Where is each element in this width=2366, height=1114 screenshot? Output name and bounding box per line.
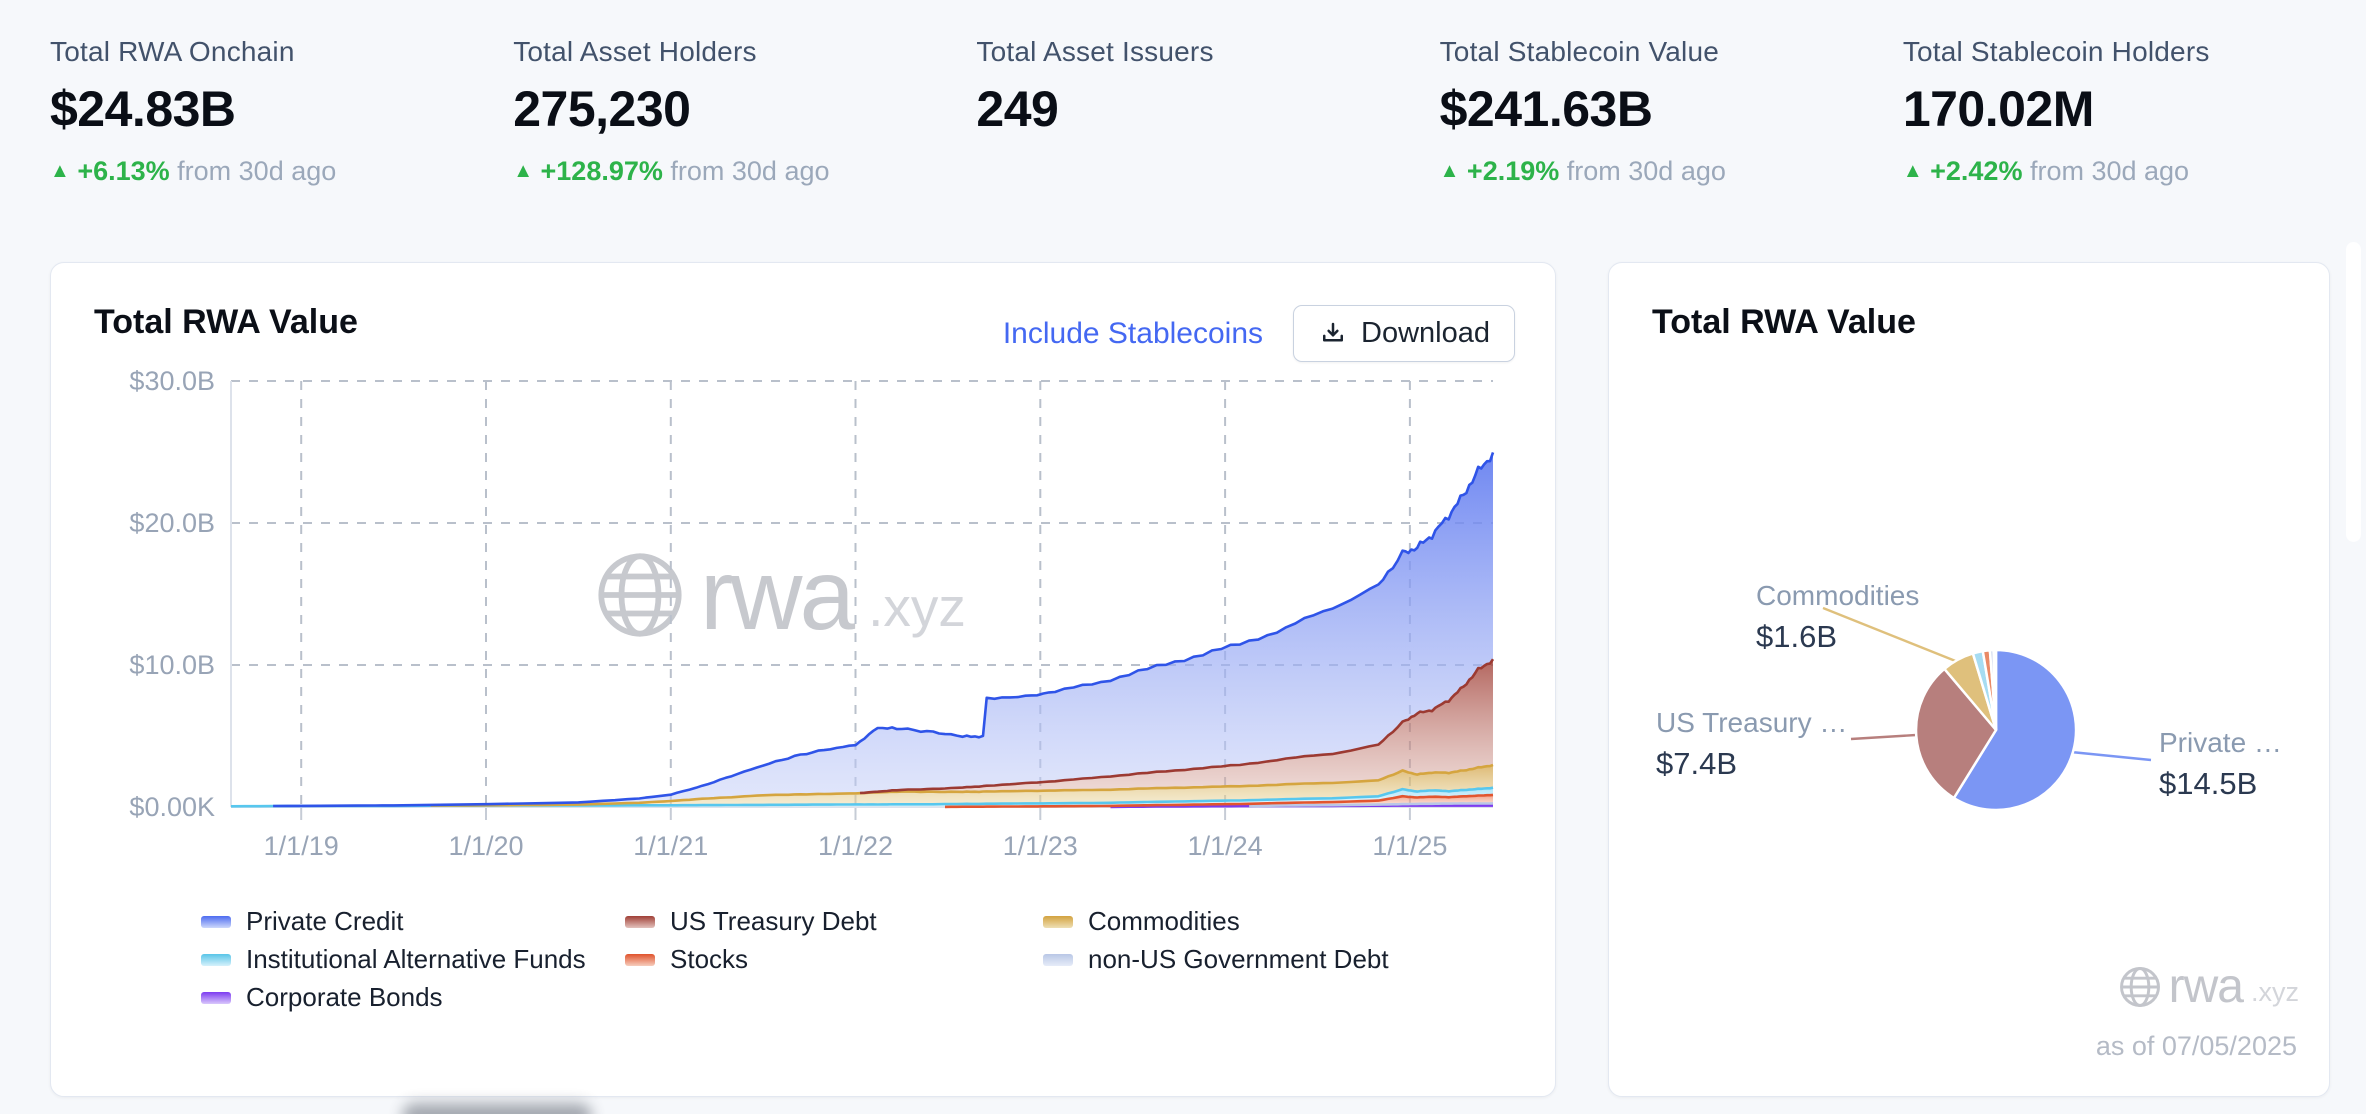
legend-label: Stocks bbox=[670, 944, 749, 974]
stat-value: $24.83B bbox=[50, 81, 236, 137]
total-rwa-value-chart-card: Total RWA Value Include Stablecoins Down… bbox=[50, 262, 1556, 1097]
change-period: from 30d ago bbox=[670, 156, 830, 186]
change-period: from 30d ago bbox=[177, 156, 337, 186]
change-percent: +128.97% bbox=[540, 156, 663, 186]
stat-change: ▲ +6.13% from 30d ago bbox=[50, 156, 513, 187]
svg-text:1/1/25: 1/1/25 bbox=[1372, 831, 1447, 861]
change-period: from 30d ago bbox=[2029, 156, 2190, 186]
stat-label: Total Asset Issuers bbox=[976, 36, 1214, 67]
legend-swatch-icon bbox=[201, 915, 231, 928]
legend-label: Corporate Bonds bbox=[246, 982, 443, 1012]
legend-swatch-icon bbox=[1043, 953, 1073, 966]
stat-total-rwa-onchain: Total RWA Onchain $24.83B ▲ +6.13% from … bbox=[50, 36, 513, 187]
legend-swatch-icon bbox=[625, 915, 655, 928]
stat-change: ▲ +2.42% from 30d ago bbox=[1903, 156, 2366, 187]
up-arrow-icon: ▲ bbox=[513, 160, 533, 182]
svg-text:1/1/24: 1/1/24 bbox=[1188, 831, 1263, 861]
legend-item-institutional-alternative-funds[interactable]: Institutional Alternative Funds bbox=[201, 944, 625, 974]
pie-slice-value: $14.5B bbox=[2159, 765, 2258, 801]
svg-text:1/1/19: 1/1/19 bbox=[264, 831, 339, 861]
stat-label: Total RWA Onchain bbox=[50, 36, 295, 67]
svg-text:1/1/23: 1/1/23 bbox=[1003, 831, 1078, 861]
pie-label-private-credit: Private … $14.5B bbox=[2159, 726, 2282, 802]
stat-change: ▲ +2.19% from 30d ago bbox=[1440, 156, 1903, 187]
change-percent: +6.13% bbox=[77, 156, 170, 186]
download-icon bbox=[1323, 322, 1344, 341]
legend-label: Commodities bbox=[1088, 906, 1240, 936]
rwa-dashboard: Total RWA Onchain $24.83B ▲ +6.13% from … bbox=[0, 0, 2366, 1114]
legend-item-corporate-bonds[interactable]: Corporate Bonds bbox=[201, 982, 625, 1012]
pie-slice-value: $7.4B bbox=[1656, 745, 1738, 781]
legend-item-us-treasury-debt[interactable]: US Treasury Debt bbox=[625, 906, 1043, 936]
change-percent: +2.42% bbox=[1930, 156, 2023, 186]
stat-total-asset-issuers: Total Asset Issuers 249 bbox=[976, 36, 1439, 187]
svg-text:1/1/21: 1/1/21 bbox=[633, 831, 708, 861]
pie-slice-name: Private … bbox=[2159, 727, 2282, 758]
svg-text:$20.0B: $20.0B bbox=[129, 508, 215, 538]
as-of-date: as of 07/05/2025 bbox=[2095, 1031, 2297, 1061]
stat-total-stablecoin-value: Total Stablecoin Value $241.63B ▲ +2.19%… bbox=[1440, 36, 1903, 187]
total-rwa-value-pie-card: Total RWA Value Commodities $1.6B US Tre… bbox=[1608, 262, 2330, 1097]
stat-label: Total Asset Holders bbox=[513, 36, 757, 67]
legend-item-private-credit[interactable]: Private Credit bbox=[201, 906, 625, 936]
stat-total-stablecoin-holders: Total Stablecoin Holders 170.02M ▲ +2.42… bbox=[1903, 36, 2366, 187]
rwa-pie-chart[interactable] bbox=[1609, 263, 2331, 1098]
stat-total-asset-holders: Total Asset Holders 275,230 ▲ +128.97% f… bbox=[513, 36, 976, 187]
legend-label: non-US Government Debt bbox=[1088, 944, 1389, 974]
stat-change: ▲ +128.97% from 30d ago bbox=[513, 156, 976, 187]
include-stablecoins-link[interactable]: Include Stablecoins bbox=[1003, 317, 1263, 351]
up-arrow-icon: ▲ bbox=[1902, 160, 1923, 182]
legend-item-stocks[interactable]: Stocks bbox=[625, 944, 1043, 974]
card-title: Total RWA Value bbox=[94, 303, 358, 341]
chart-legend: Private Credit US Treasury Debt Commodit… bbox=[201, 906, 1531, 1012]
offscreen-element-peek bbox=[402, 1103, 592, 1114]
svg-text:1/1/22: 1/1/22 bbox=[818, 831, 893, 861]
legend-swatch-icon bbox=[201, 953, 231, 966]
svg-text:$10.0B: $10.0B bbox=[129, 650, 215, 680]
scrollbar-thumb[interactable] bbox=[2346, 242, 2361, 542]
stat-value: $241.63B bbox=[1439, 81, 1653, 137]
pie-slice-name: US Treasury … bbox=[1656, 707, 1848, 738]
pie-label-us-treasury: US Treasury … $7.4B bbox=[1656, 706, 1847, 782]
legend-swatch-icon bbox=[625, 953, 655, 966]
svg-text:$30.0B: $30.0B bbox=[129, 366, 215, 396]
pie-slice-name: Commodities bbox=[1756, 580, 1920, 611]
stat-value: 275,230 bbox=[513, 81, 691, 137]
stat-value: 249 bbox=[976, 81, 1059, 137]
pie-label-commodities: Commodities $1.6B bbox=[1756, 579, 1919, 655]
svg-text:$0.00K: $0.00K bbox=[129, 792, 215, 822]
stats-row: Total RWA Onchain $24.83B ▲ +6.13% from … bbox=[50, 36, 2366, 187]
change-percent: +2.19% bbox=[1466, 156, 1560, 186]
legend-item-commodities[interactable]: Commodities bbox=[1043, 906, 1531, 936]
download-button[interactable]: Download bbox=[1293, 305, 1515, 362]
stat-label: Total Stablecoin Holders bbox=[1902, 36, 2210, 67]
rwa-area-chart[interactable]: $0.00K $10.0B $20.0B $30.0B 1/1/19 1/1/20 1/1/… bbox=[129, 366, 1495, 875]
legend-label: US Treasury Debt bbox=[670, 906, 877, 936]
stat-label: Total Stablecoin Value bbox=[1439, 36, 1720, 67]
chart-actions: Include Stablecoins Download bbox=[1003, 305, 1515, 362]
pie-slice-value: $1.6B bbox=[1756, 618, 1838, 654]
svg-text:1/1/20: 1/1/20 bbox=[448, 831, 523, 861]
stat-value: 170.02M bbox=[1902, 81, 2095, 137]
change-period: from 30d ago bbox=[1566, 156, 1726, 186]
legend-label: Institutional Alternative Funds bbox=[246, 944, 586, 974]
up-arrow-icon: ▲ bbox=[50, 160, 70, 182]
up-arrow-icon: ▲ bbox=[1439, 160, 1460, 182]
legend-swatch-icon bbox=[1043, 915, 1073, 928]
legend-label: Private Credit bbox=[246, 906, 404, 936]
legend-swatch-icon bbox=[201, 991, 231, 1004]
download-label: Download bbox=[1361, 317, 1490, 349]
legend-item-non-us-government-debt[interactable]: non-US Government Debt bbox=[1043, 944, 1531, 974]
